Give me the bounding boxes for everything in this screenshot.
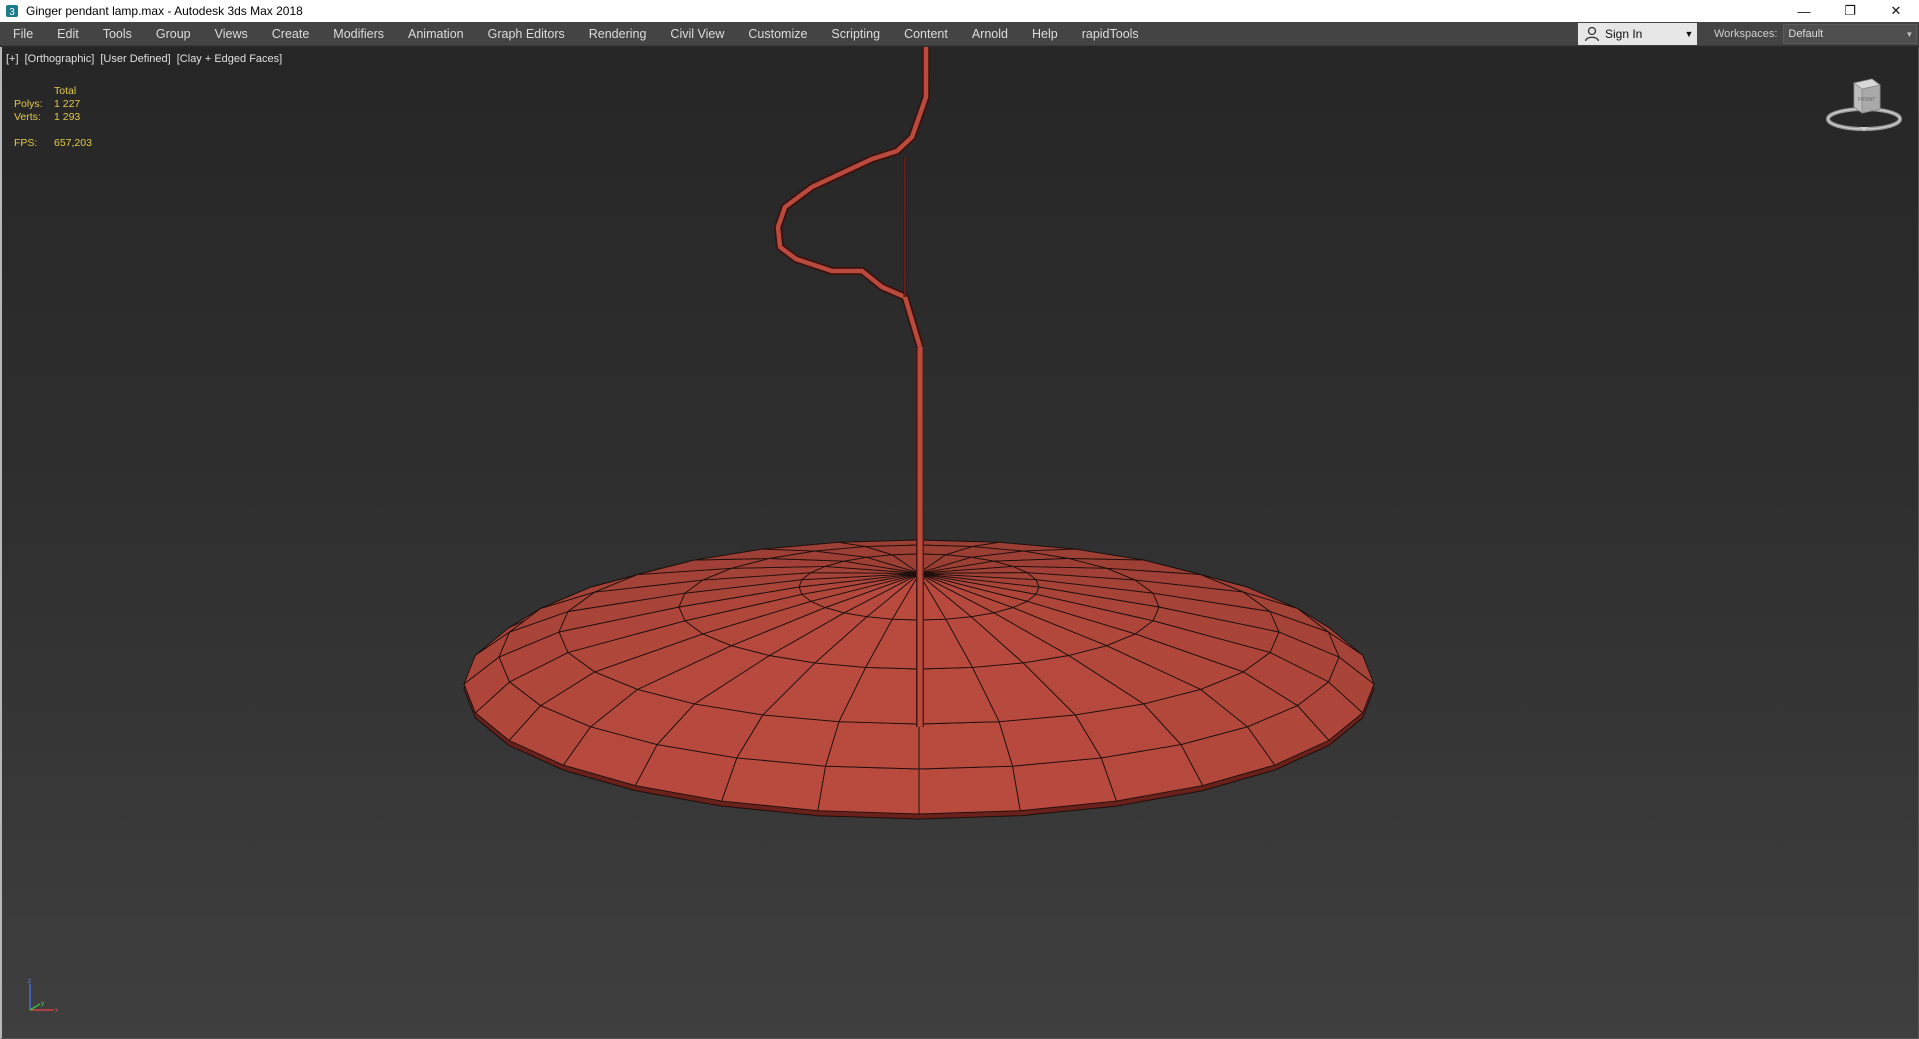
menu-views[interactable]: Views <box>203 22 260 46</box>
sign-in-dropdown[interactable]: Sign In ▼ <box>1578 23 1697 45</box>
viewport-camera-menu[interactable]: [User Defined] <box>100 53 170 65</box>
axis-tripod-icon: z x y <box>28 979 58 1014</box>
chevron-down-icon: ▼ <box>1905 29 1914 39</box>
stats-verts-label: Verts: <box>14 111 41 123</box>
shade-face <box>918 721 1014 770</box>
shade-face <box>720 757 827 812</box>
menu-customize[interactable]: Customize <box>736 22 819 46</box>
minimize-button[interactable]: — <box>1781 0 1827 22</box>
menu-group[interactable]: Group <box>144 22 203 46</box>
svg-text:y: y <box>41 1001 44 1007</box>
viewcube-icon[interactable]: FRONT <box>1824 69 1904 139</box>
menu-edit[interactable]: Edit <box>45 22 91 46</box>
viewport-shading-menu[interactable]: [Clay + Edged Faces] <box>177 53 282 65</box>
workspaces-label: Workspaces: <box>1714 28 1778 40</box>
menu-file[interactable]: File <box>0 22 45 46</box>
viewport-general-menu[interactable]: [+] <box>6 53 19 65</box>
shade-face <box>1011 757 1118 812</box>
app-window: 3 Ginger pendant lamp.max - Autodesk 3ds… <box>0 0 1919 1039</box>
menu-graph-editors[interactable]: Graph Editors <box>476 22 577 46</box>
svg-text:x: x <box>55 1008 58 1014</box>
stats-verts-value: 1 293 <box>54 111 81 123</box>
svg-text:3: 3 <box>9 7 15 18</box>
workspaces-control: Workspaces: Default ▼ <box>1714 24 1918 44</box>
stats-fps-value: 657,203 <box>54 137 92 149</box>
menu-scripting[interactable]: Scripting <box>819 22 892 46</box>
menu-civil-view[interactable]: Civil View <box>658 22 736 46</box>
lamp-model[interactable] <box>2 47 1919 1039</box>
title-bar: 3 Ginger pendant lamp.max - Autodesk 3ds… <box>0 0 1919 22</box>
3dsmax-app-icon: 3 <box>4 3 20 19</box>
scene-statistics: Total Polys: 1 227 Verts: 1 293 FPS: 657,20… <box>14 85 92 150</box>
viewport-point-of-view-menu[interactable]: [Orthographic] <box>25 53 95 65</box>
stats-polys-label: Polys: <box>14 98 43 110</box>
viewport-label-menu: [+] [Orthographic] [User Defined] [Clay … <box>6 53 285 65</box>
workspaces-value: Default <box>1788 28 1824 40</box>
workspaces-select[interactable]: Default ▼ <box>1783 24 1918 44</box>
perspective-viewport[interactable]: [+] [Orthographic] [User Defined] [Clay … <box>0 47 1919 1039</box>
shade-face <box>918 765 1021 815</box>
sign-in-label: Sign In <box>1605 27 1643 41</box>
menu-bar: File Edit Tools Group Views Create Modifiers An… <box>0 22 1919 46</box>
menu-create[interactable]: Create <box>260 22 322 46</box>
menu-rapidtools[interactable]: rapidTools <box>1070 22 1151 46</box>
menu-animation[interactable]: Animation <box>396 22 476 46</box>
menu-content[interactable]: Content <box>892 22 960 46</box>
menu-arnold[interactable]: Arnold <box>960 22 1020 46</box>
window-title: Ginger pendant lamp.max - Autodesk 3ds M… <box>26 4 303 18</box>
restore-button[interactable]: ❐ <box>1827 0 1873 22</box>
menu-help[interactable]: Help <box>1020 22 1070 46</box>
shade-face <box>824 721 920 770</box>
user-icon <box>1584 26 1600 42</box>
chevron-down-icon: ▼ <box>1684 29 1694 39</box>
svg-text:z: z <box>28 979 31 985</box>
stats-total-label: Total <box>54 85 77 97</box>
menu-modifiers[interactable]: Modifiers <box>321 22 396 46</box>
stats-fps-label: FPS: <box>14 137 38 149</box>
shade-face <box>817 765 920 815</box>
window-controls: — ❐ ✕ <box>1781 0 1919 22</box>
stats-polys-value: 1 227 <box>54 98 81 110</box>
viewcube-face-label: FRONT <box>1858 97 1875 103</box>
menu-tools[interactable]: Tools <box>91 22 144 46</box>
close-button[interactable]: ✕ <box>1873 0 1919 22</box>
menu-rendering[interactable]: Rendering <box>577 22 659 46</box>
